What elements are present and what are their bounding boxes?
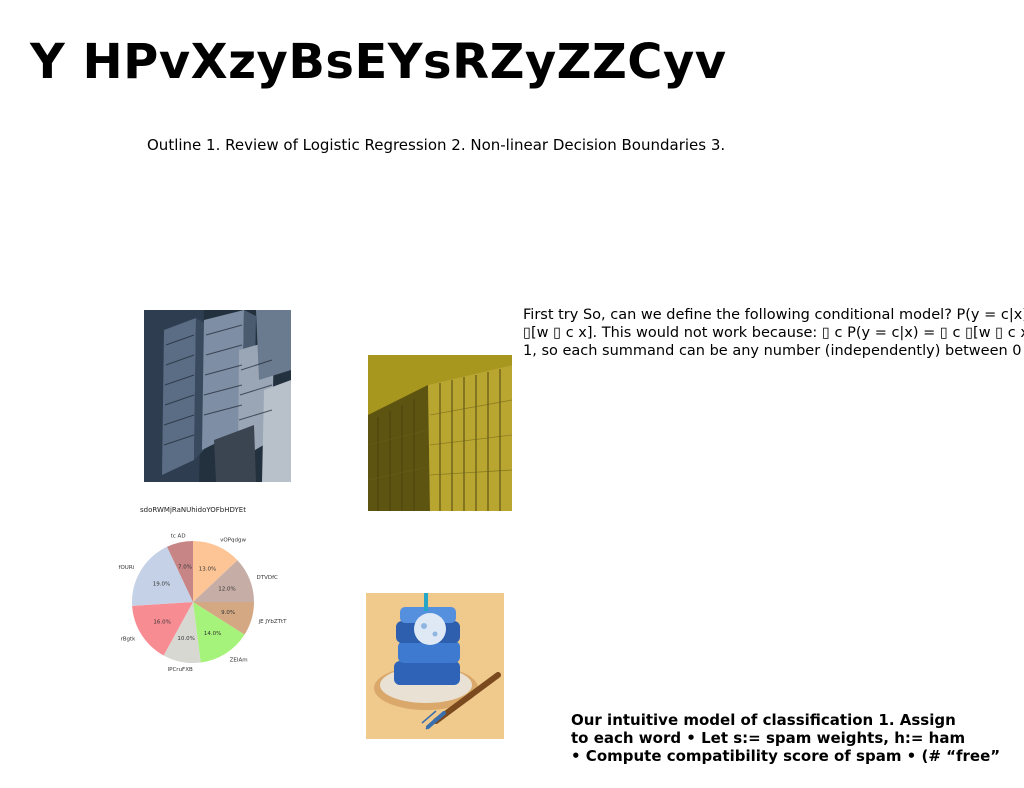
pie-category-label: ZEIAm xyxy=(230,658,248,664)
pie-percent-label: 19.0% xyxy=(153,581,170,587)
pie-category-label: fOURi xyxy=(119,565,135,571)
paragraph-line: 1, so each summand can be any number (in… xyxy=(523,343,1022,359)
pie-chart: sdoRWMjRaNUhidoYOFbHDYEt 13.0% vOPqdgw 12.… xyxy=(119,506,288,673)
pie-category-label: tc AD xyxy=(171,533,186,539)
pie-percent-label: 13.0% xyxy=(199,566,216,572)
slide-title: Y HPvXzyBsEYsRZyZZCyv xyxy=(30,34,727,90)
pie-category-label: vOPqdgw xyxy=(220,537,246,543)
pie-percent-label: 10.0% xyxy=(177,636,194,642)
pie-category-label: DTVDfC xyxy=(257,575,279,581)
summary-line: to each word • Let s:= spam weights, h:=… xyxy=(571,729,966,747)
pie-percent-label: 7.0% xyxy=(178,564,192,570)
paragraph-line: First try So, can we define the followin… xyxy=(523,307,1024,323)
paragraph-line: ▯[w ▯ c x]. This would not work because:… xyxy=(523,325,1024,341)
pie-percent-label: 14.0% xyxy=(204,631,221,637)
pie-percent-label: 16.0% xyxy=(153,620,170,626)
chart-title: sdoRWMjRaNUhidoYOFbHDYEt xyxy=(140,506,246,514)
outline-text: Outline 1. Review of Logistic Regression… xyxy=(147,136,726,154)
classification-summary: Our intuitive model of classification 1.… xyxy=(571,711,1024,765)
pie-percent-label: 9.0% xyxy=(221,610,235,616)
body-paragraph: First try So, can we define the followin… xyxy=(523,306,1024,360)
aerial-skyscrapers-photo xyxy=(144,310,291,482)
pie-category-label: rBgtk xyxy=(120,637,136,643)
pie-category-label: jE JYbZTtT xyxy=(258,619,288,625)
gold-glass-building-photo xyxy=(368,355,512,511)
pie-category-label: lPCruFXB xyxy=(168,667,193,673)
blue-cake-photo xyxy=(366,593,504,739)
summary-line: Our intuitive model of classification 1.… xyxy=(571,711,956,729)
pie-percent-label: 12.0% xyxy=(218,587,235,593)
summary-line: • Compute compatibility score of spam • … xyxy=(571,747,1001,765)
